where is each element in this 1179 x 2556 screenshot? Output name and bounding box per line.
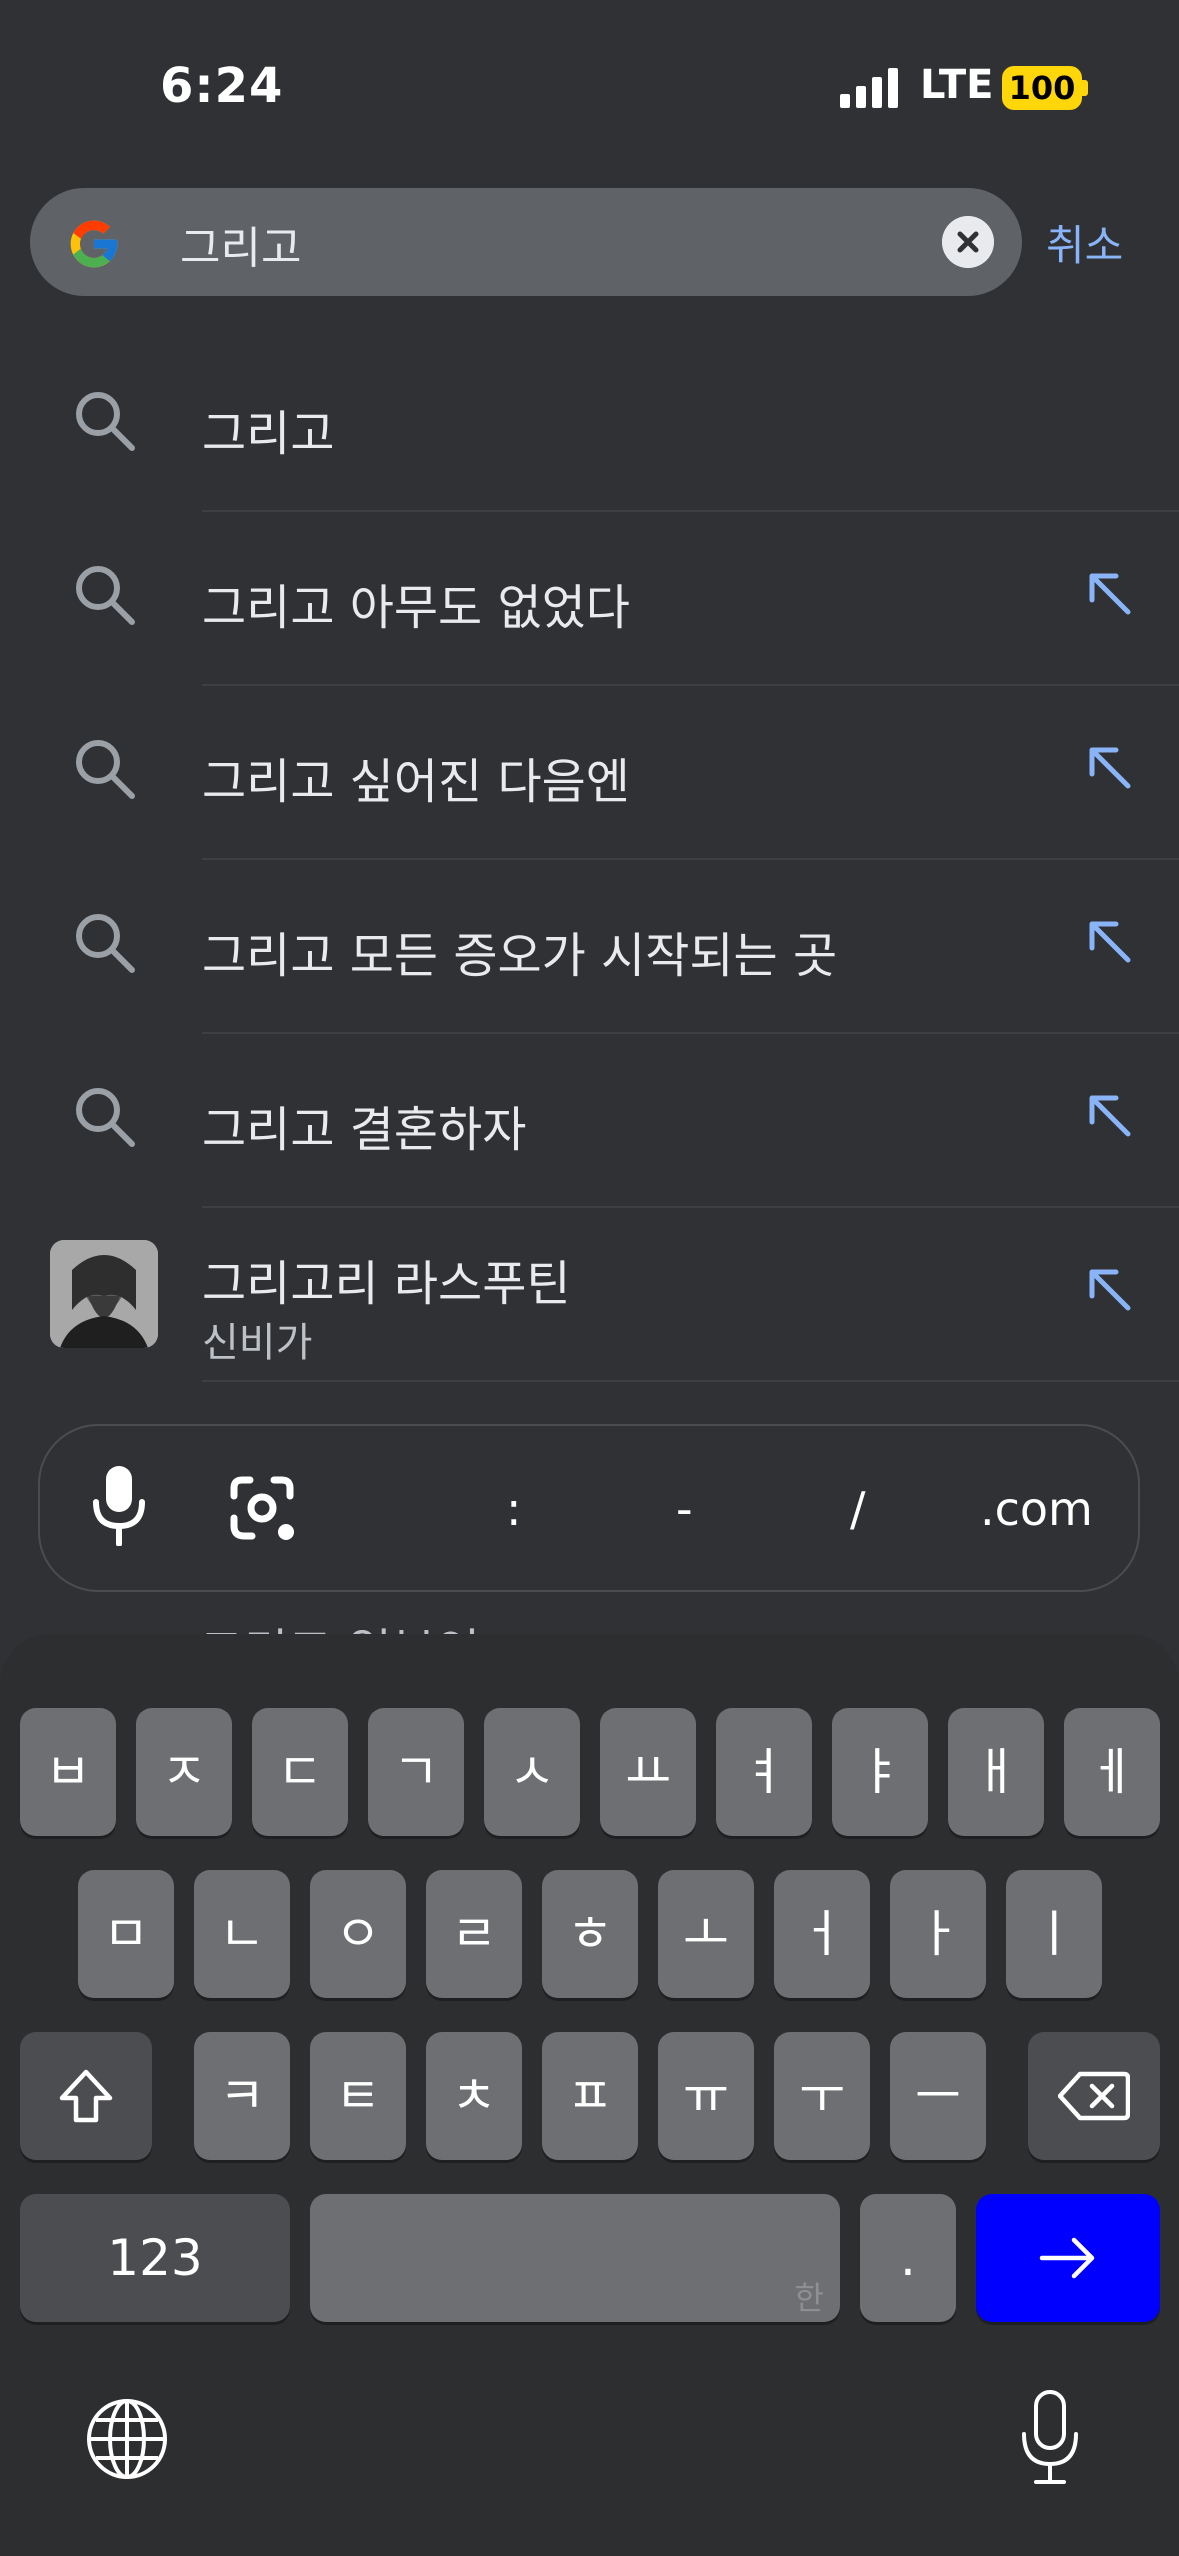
fill-query-arrow-icon[interactable] [1084, 1090, 1134, 1140]
key[interactable]: ㅎ [542, 1870, 638, 1998]
key[interactable]: ㅅ [484, 1708, 580, 1836]
google-lens-icon[interactable] [224, 1474, 300, 1544]
key[interactable]: ㅐ [948, 1708, 1044, 1836]
suggestion-row[interactable]: 그리고 모든 증오가 시작되는 곳 [0, 860, 1179, 1034]
cancel-button[interactable]: 취소 [1046, 212, 1123, 273]
suggestion-text: 그리고 [202, 406, 335, 462]
keyboard-accessory-bar [38, 1424, 1140, 1592]
globe-icon[interactable] [84, 2396, 170, 2482]
key[interactable]: ㄴ [194, 1870, 290, 1998]
key[interactable]: ㅕ [716, 1708, 812, 1836]
key[interactable]: ㅌ [310, 2032, 406, 2160]
suggestion-row[interactable]: 그리고 아무도 없었다 [0, 512, 1179, 686]
suggestion-row[interactable]: 그리고 싶어진 다음엔 [0, 686, 1179, 860]
key[interactable]: ㅇ [310, 1870, 406, 1998]
shift-key[interactable] [20, 2032, 152, 2160]
search-icon [76, 914, 135, 973]
key[interactable]: ㅊ [426, 2032, 522, 2160]
go-key[interactable] [976, 2194, 1160, 2322]
suggestion-text: 그리고 결혼하자 [202, 1102, 527, 1158]
suggestion-text: 그리고 아무도 없었다 [202, 580, 630, 636]
key[interactable]: ㅍ [542, 2032, 638, 2160]
search-icon [76, 1088, 135, 1147]
key[interactable]: ㄱ [368, 1708, 464, 1836]
space-key-hint: 한 [794, 2279, 824, 2317]
entity-thumbnail [50, 1240, 158, 1348]
search-icon [76, 392, 135, 451]
status-time: 6:24 [160, 58, 284, 114]
search-icon [76, 566, 135, 625]
delete-key[interactable] [1028, 2032, 1160, 2160]
search-input[interactable]: 그리고 [180, 212, 301, 276]
signal-icon [840, 68, 898, 108]
key[interactable]: ㅋ [194, 2032, 290, 2160]
colon-key[interactable]: : [506, 1482, 522, 1536]
slash-key[interactable]: / [850, 1482, 866, 1536]
key[interactable]: ㅓ [774, 1870, 870, 1998]
numbers-key[interactable]: 123 [20, 2194, 290, 2322]
suggestion-row[interactable]: 그리고 [0, 338, 1179, 512]
key[interactable]: ㄹ [426, 1870, 522, 1998]
key[interactable]: ㅑ [832, 1708, 928, 1836]
shift-icon [59, 2069, 113, 2123]
carrier-label: LTE [920, 62, 994, 108]
fill-query-arrow-icon[interactable] [1084, 568, 1134, 618]
google-logo-icon [70, 220, 118, 268]
suggestion-text: 그리고 싶어진 다음엔 [202, 754, 630, 810]
suggestion-row[interactable]: 그리고 결혼하자 [0, 1034, 1179, 1208]
entity-title: 그리고리 라스푸틴 [202, 1256, 571, 1312]
period-key[interactable]: . [860, 2194, 956, 2322]
search-bar[interactable] [30, 188, 1022, 296]
suggestion-text: 그리고 모든 증오가 시작되는 곳 [202, 928, 838, 984]
suggestion-peek: 그리고 일본인 [200, 1612, 480, 1636]
key[interactable]: ㅈ [136, 1708, 232, 1836]
space-key[interactable]: 한 [310, 2194, 840, 2322]
clear-icon[interactable] [942, 216, 994, 268]
dotcom-key[interactable]: .com [980, 1482, 1093, 1536]
backspace-icon [1058, 2071, 1130, 2121]
key[interactable]: ㅗ [658, 1870, 754, 1998]
fill-query-arrow-icon[interactable] [1084, 742, 1134, 792]
key[interactable]: ㅂ [20, 1708, 116, 1836]
fill-query-arrow-icon[interactable] [1084, 1264, 1134, 1314]
portrait-image [50, 1240, 158, 1348]
entity-subtitle: 신비가 [202, 1320, 313, 1366]
battery-tip [1082, 80, 1088, 96]
key[interactable]: ㅛ [600, 1708, 696, 1836]
key[interactable]: ㅡ [890, 2032, 986, 2160]
divider [202, 1380, 1179, 1382]
key[interactable]: ㅔ [1064, 1708, 1160, 1836]
key[interactable]: ㅁ [78, 1870, 174, 1998]
fill-query-arrow-icon[interactable] [1084, 916, 1134, 966]
voice-search-icon[interactable] [92, 1466, 146, 1546]
key[interactable]: ㅣ [1006, 1870, 1102, 1998]
key[interactable]: ㅜ [774, 2032, 870, 2160]
entity-suggestion-row[interactable]: 그리고리 라스푸틴 신비가 [0, 1208, 1179, 1382]
search-icon [76, 740, 135, 799]
key[interactable]: ㄷ [252, 1708, 348, 1836]
key[interactable]: ㅏ [890, 1870, 986, 1998]
dictation-mic-icon[interactable] [1020, 2390, 1080, 2486]
key[interactable]: ㅠ [658, 2032, 754, 2160]
battery-indicator: 100 [1002, 66, 1082, 110]
arrow-right-icon [1039, 2237, 1095, 2279]
dash-key[interactable]: - [676, 1482, 693, 1536]
